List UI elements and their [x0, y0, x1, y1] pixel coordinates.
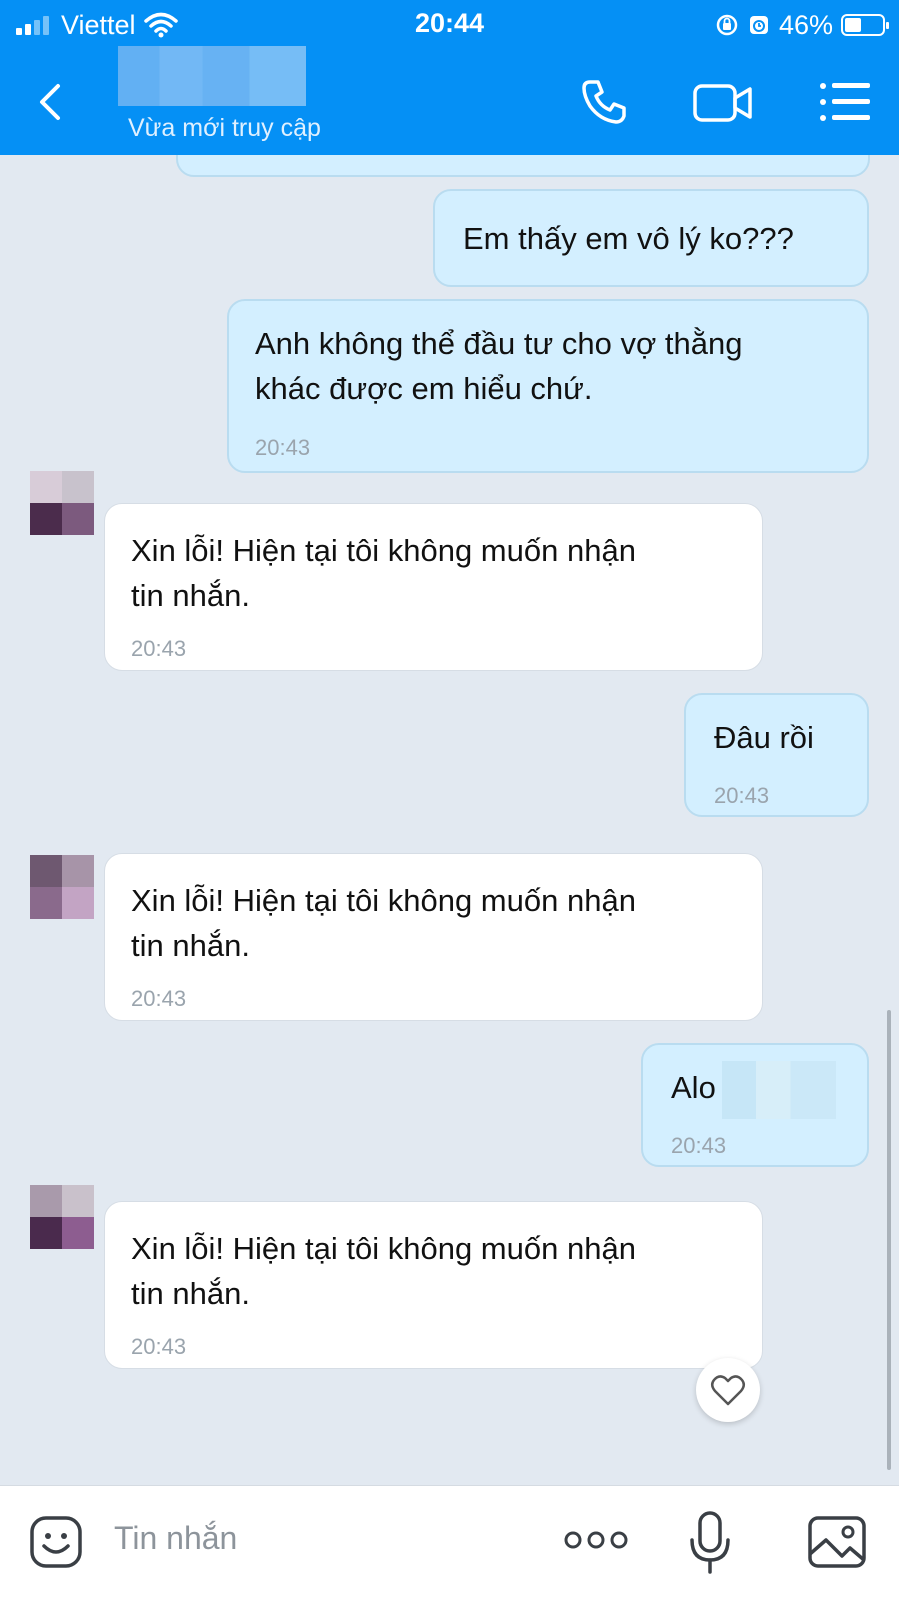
- message-bubble-sent[interactable]: Đâu rồi 20:43: [684, 693, 869, 817]
- message-bubble-sent[interactable]: Anh không thể đầu tư cho vợ thằng khác đ…: [227, 299, 869, 473]
- message-text: Em thấy em vô lý ko???: [463, 221, 794, 256]
- message-text: Xin lỗi! Hiện tại tôi không muốn nhận ti…: [131, 533, 636, 613]
- image-icon[interactable]: [806, 1514, 868, 1570]
- more-dots-icon[interactable]: [563, 1528, 629, 1552]
- avatar-blurred[interactable]: [30, 471, 94, 535]
- message-time: 20:43: [255, 435, 311, 460]
- message-bubble-sent[interactable]: Alo 20:43: [641, 1043, 869, 1167]
- message-time: 20:43: [714, 783, 770, 808]
- message-input-bar: Tin nhắn: [0, 1485, 899, 1601]
- scrollbar[interactable]: [887, 1010, 891, 1470]
- message-time: 20:43: [131, 986, 187, 1011]
- message-input[interactable]: Tin nhắn: [114, 1520, 237, 1557]
- last-seen-status: Vừa mới truy cập: [128, 114, 321, 142]
- message-text: Xin lỗi! Hiện tại tôi không muốn nhận ti…: [131, 1231, 636, 1311]
- react-button[interactable]: [696, 1358, 760, 1422]
- alarm-icon: [749, 16, 768, 34]
- message-bubble-received[interactable]: Xin lỗi! Hiện tại tôi không muốn nhận ti…: [104, 1201, 763, 1369]
- status-bar-right: 46%: [715, 8, 889, 42]
- battery-icon: [841, 14, 889, 36]
- message-list[interactable]: Em thấy em vô lý ko??? Anh không thể đầu…: [0, 155, 899, 1485]
- heart-icon: [711, 1375, 745, 1406]
- message-text: Anh không thể đầu tư cho vợ thằng khác đ…: [255, 326, 743, 406]
- video-camera-icon[interactable]: [692, 80, 754, 126]
- avatar-blurred[interactable]: [30, 1185, 94, 1249]
- microphone-icon[interactable]: [688, 1510, 732, 1576]
- message-time: 20:43: [131, 1334, 187, 1359]
- chat-header: Viettel 20:44 46% Vừa mới truy cập: [0, 0, 899, 155]
- list-menu-icon[interactable]: [818, 80, 872, 124]
- message-text: Xin lỗi! Hiện tại tôi không muốn nhận ti…: [131, 883, 636, 963]
- emoji-icon[interactable]: [28, 1514, 84, 1570]
- message-bubble-received[interactable]: Xin lỗi! Hiện tại tôi không muốn nhận ti…: [104, 853, 763, 1021]
- battery-percent: 46%: [778, 9, 833, 40]
- message-bubble-sent[interactable]: Em thấy em vô lý ko???: [433, 189, 869, 287]
- message-text: Đâu rồi: [714, 720, 814, 755]
- message-time: 20:43: [671, 1133, 727, 1158]
- orientation-lock-icon: [716, 14, 738, 36]
- message-bubble-received[interactable]: Xin lỗi! Hiện tại tôi không muốn nhận ti…: [104, 503, 763, 671]
- contact-name-blurred[interactable]: [118, 46, 306, 106]
- blurred-text: [721, 1061, 836, 1119]
- avatar-blurred[interactable]: [30, 855, 94, 919]
- message-time: 20:43: [131, 636, 187, 661]
- message-text: Alo: [671, 1070, 716, 1106]
- message-bubble-partial[interactable]: [176, 155, 870, 177]
- phone-icon[interactable]: [578, 76, 630, 128]
- chevron-left-icon[interactable]: [30, 80, 70, 124]
